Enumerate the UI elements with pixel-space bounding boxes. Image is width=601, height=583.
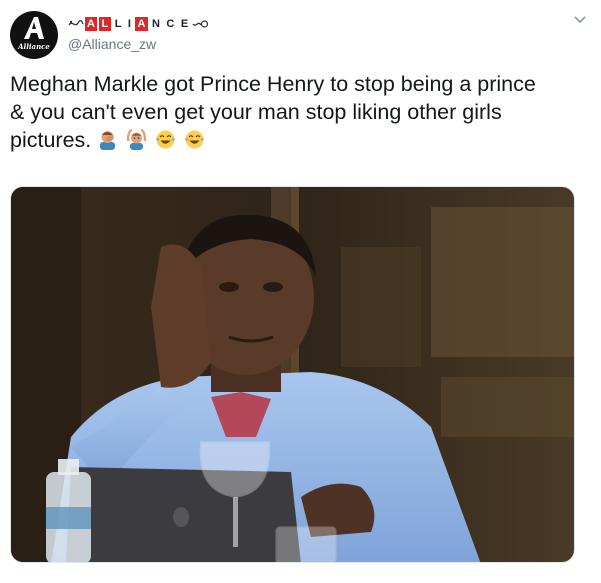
chevron-down-icon[interactable]: [573, 15, 587, 25]
name-letter: L: [114, 18, 122, 30]
name-letter: L: [99, 17, 111, 31]
tweet-text-line: Meghan Markle got Prince Henry to stop b…: [10, 72, 536, 96]
name-letter: C: [166, 18, 175, 30]
alliance-logo-icon: [24, 17, 44, 39]
name-letter: I: [127, 18, 132, 30]
avatar[interactable]: Alliance: [10, 11, 58, 59]
tweet-text-line: & you can't even get your man stop likin…: [10, 100, 502, 124]
photo-illustration: [11, 187, 574, 562]
name-letter: A: [135, 17, 148, 31]
man-gesturing-ok-emoji: [127, 129, 147, 150]
tweet-text-line: pictures.: [10, 126, 594, 154]
face-with-tears-of-joy-emoji: [156, 130, 176, 149]
face-with-tears-of-joy-emoji: [185, 130, 205, 149]
left-flourish-icon: [68, 19, 84, 26]
name-letter: N: [151, 18, 161, 30]
right-flourish-icon: [192, 20, 208, 28]
tweet-text: Meghan Markle got Prince Henry to stop b…: [10, 70, 594, 154]
display-name[interactable]: A L L I A N C E: [68, 14, 208, 34]
tweet-text-last: pictures.: [10, 128, 92, 152]
name-letter: E: [180, 18, 189, 30]
user-handle[interactable]: @Alliance_zw: [68, 36, 156, 52]
tweet-photo[interactable]: [10, 186, 575, 563]
avatar-text: Alliance: [18, 42, 50, 51]
man-facepalming-emoji: [100, 131, 116, 150]
name-letter: A: [85, 17, 98, 31]
tweet-card: Alliance A L L I A N C E @Alliance_zw Me…: [0, 0, 601, 583]
